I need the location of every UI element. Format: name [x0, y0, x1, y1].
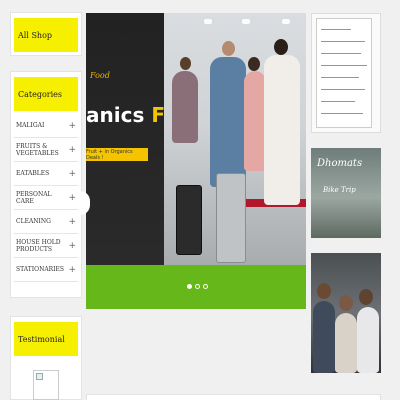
sheet-line: [321, 53, 361, 54]
sheet-line: [321, 65, 367, 66]
category-item-personal-care[interactable]: PERSONAL CARE +: [14, 186, 78, 210]
testimonial-heading: Testimonial: [14, 322, 78, 356]
slide-tagline: Food: [90, 71, 110, 80]
sheet-line: [321, 89, 365, 90]
category-label: EATABLES: [16, 170, 50, 177]
image-caption-sub: Bike Trip: [323, 186, 356, 194]
slider-dot[interactable]: [187, 284, 192, 289]
slider-pagination: [187, 284, 208, 289]
slide-banner-left: Food anics Food Fruit + in Organics Deal…: [86, 13, 206, 265]
suitcase: [216, 173, 246, 263]
categories-panel: Categories MALIGAI + FRUITS & VEGETABLES…: [10, 71, 82, 298]
all-shop-panel: All Shop: [10, 12, 82, 56]
category-label: HOUSE HOLD PRODUCTS: [16, 238, 61, 253]
person-head: [339, 295, 353, 311]
slide-title-white: anics: [86, 103, 145, 127]
category-item-maligai[interactable]: MALIGAI +: [14, 114, 78, 138]
category-item-eatables[interactable]: EATABLES +: [14, 162, 78, 186]
category-label: PERSONAL CARE: [16, 190, 52, 205]
hero-slider[interactable]: Food anics Food Fruit + in Organics Deal…: [80, 13, 306, 309]
testimonial-image: [33, 370, 59, 400]
expand-plus-icon[interactable]: +: [68, 241, 78, 251]
person-woman-seated: [244, 71, 266, 171]
category-item-fruits-vegetables[interactable]: FRUITS & VEGETABLES +: [14, 138, 78, 162]
slide-photo-travelers: [164, 13, 306, 265]
page: All Shop Categories MALIGAI + FRUITS & V…: [0, 0, 400, 400]
expand-plus-icon[interactable]: +: [68, 169, 78, 179]
side-image-whiteboard[interactable]: [311, 13, 381, 133]
expand-plus-icon[interactable]: +: [68, 121, 78, 131]
person-body: [313, 301, 335, 373]
category-label: MALIGAI: [16, 122, 45, 129]
all-shop-link[interactable]: All Shop: [14, 18, 78, 52]
side-image-group-selfie[interactable]: [311, 253, 381, 373]
slider-dot[interactable]: [195, 284, 200, 289]
person-body: [335, 313, 357, 373]
person-woman-standing: [264, 55, 300, 205]
expand-plus-icon[interactable]: +: [68, 193, 78, 203]
person-head: [248, 57, 260, 71]
slider-dot[interactable]: [203, 284, 208, 289]
sheet-line: [321, 101, 355, 102]
category-label: STATIONARIES: [16, 266, 65, 273]
person-head: [222, 41, 235, 56]
person-head: [274, 39, 288, 55]
category-list: MALIGAI + FRUITS & VEGETABLES + EATABLES…: [14, 114, 78, 282]
expand-plus-icon[interactable]: +: [68, 265, 78, 275]
side-image-bike-trip[interactable]: Dhomats Bike Trip: [311, 148, 381, 238]
sheet-line: [321, 41, 365, 42]
image-caption-title: Dhomats: [317, 158, 363, 169]
suitcase: [176, 185, 202, 255]
expand-plus-icon[interactable]: +: [68, 145, 78, 155]
category-label: FRUITS & VEGETABLES: [16, 142, 59, 157]
category-label: CLEANING: [16, 218, 51, 225]
whiteboard-sheet: [316, 18, 372, 128]
category-item-cleaning[interactable]: CLEANING +: [14, 210, 78, 234]
broken-image-icon: [36, 373, 43, 380]
person-left: [172, 71, 198, 143]
categories-heading: Categories: [14, 77, 78, 111]
sheet-line: [321, 113, 363, 114]
ceiling-light: [204, 19, 212, 24]
person-head: [317, 283, 331, 299]
person-middle: [210, 57, 246, 187]
sheet-line: [321, 29, 351, 30]
ceiling-light: [282, 19, 290, 24]
testimonial-panel: Testimonial: [10, 316, 82, 400]
sheet-line: [321, 77, 359, 78]
person-head: [180, 57, 191, 70]
promo-banner[interactable]: Fruit + in Organics Deals !: [86, 148, 148, 161]
content-card: [86, 394, 381, 400]
category-item-household-products[interactable]: HOUSE HOLD PRODUCTS +: [14, 234, 78, 258]
category-item-stationaries[interactable]: STATIONARIES +: [14, 258, 78, 282]
ceiling-light: [242, 19, 250, 24]
person-body: [357, 307, 379, 373]
expand-plus-icon[interactable]: +: [68, 217, 78, 227]
person-head: [359, 289, 373, 305]
